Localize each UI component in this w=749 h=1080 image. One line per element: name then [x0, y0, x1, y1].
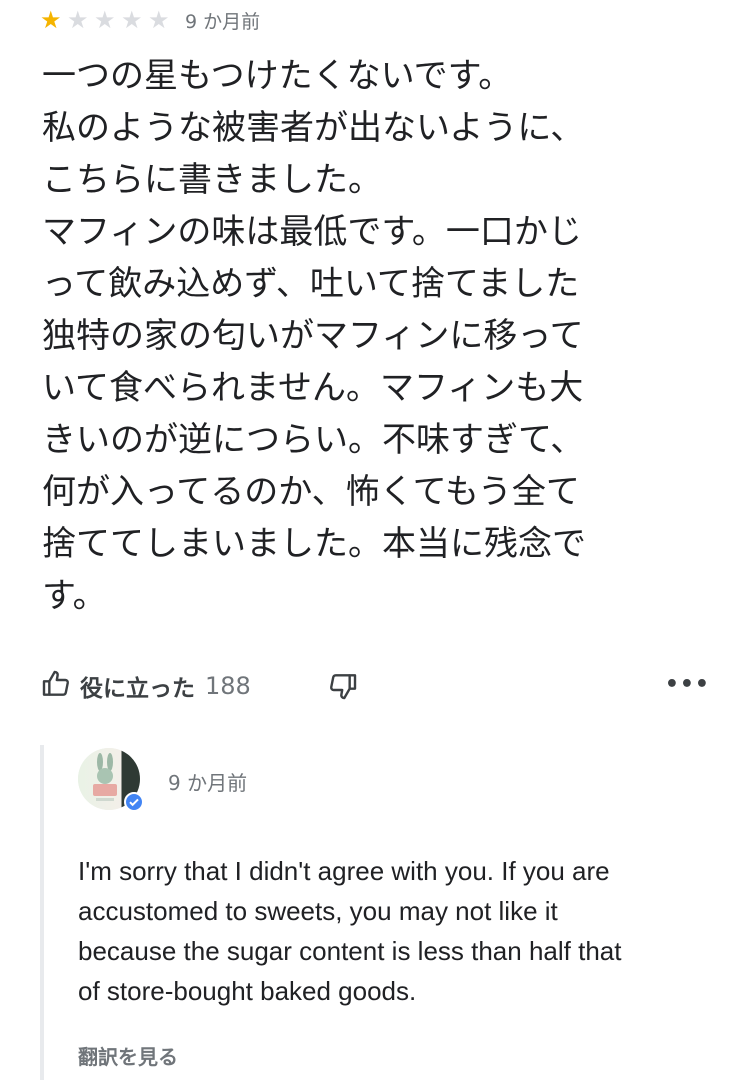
review-line: す。 [42, 576, 107, 616]
review-time: 9 か月前 [185, 10, 261, 33]
not-helpful-button[interactable] [327, 670, 359, 706]
star-rating: ★ ★ ★ ★ ★ [40, 7, 175, 33]
owner-reply: 9 か月前 I'm sorry that I didn't agree with… [40, 745, 724, 1080]
review-actions: 役に立った 188 ••• [40, 662, 710, 710]
owner-avatar[interactable] [78, 748, 144, 812]
review-text: 一つの星もつけたくないです。 私のような被害者が出ないように、 こちらに書きまし… [42, 50, 692, 622]
star-icon: ★ [94, 6, 116, 34]
reply-line: I'm sorry that I didn't agree with you. … [78, 856, 610, 886]
reply-line: because the sugar content is less than h… [78, 936, 622, 966]
review-line: って飲み込めず、吐いて捨てました [42, 264, 580, 304]
review-line: 捨ててしまいました。本当に残念で [42, 524, 586, 564]
reply-time: 9 か月前 [168, 771, 248, 795]
review-line: 一つの星もつけたくないです。 [42, 56, 513, 96]
helpful-count: 188 [205, 672, 251, 700]
review-line: マフィンの味は最低です。一口かじ [42, 212, 582, 252]
thumb-down-icon [327, 674, 359, 706]
verified-badge-icon [124, 792, 144, 812]
review-line: 何が入ってるのか、怖くてもう全て [42, 472, 580, 512]
helpful-button[interactable]: 役に立った 188 [40, 668, 251, 704]
review-line: 私のような被害者が出ないように、 [42, 108, 585, 148]
star-icon: ★ [148, 6, 170, 34]
review-line: いて食べられません。マフィンも大 [42, 368, 584, 408]
reply-line: of store-bought baked goods. [78, 976, 417, 1006]
review-line: きいのが逆につらい。不味すぎて、 [42, 420, 585, 460]
star-icon: ★ [67, 6, 89, 34]
star-icon: ★ [121, 6, 143, 34]
star-icon: ★ [40, 6, 62, 34]
thumb-up-icon [40, 668, 72, 704]
more-horiz-icon: ••• [664, 672, 710, 697]
review-line: こちらに書きました。 [42, 160, 382, 200]
review-line: 独特の家の匂いがマフィンに移って [42, 316, 584, 356]
reply-line: accustomed to sweets, you may not like i… [78, 896, 558, 926]
more-options-button[interactable]: ••• [665, 672, 710, 697]
helpful-label: 役に立った [80, 676, 195, 702]
rating-row: ★ ★ ★ ★ ★ 9 か月前 [40, 6, 260, 34]
translate-link[interactable]: 翻訳を見る [78, 1041, 178, 1070]
reply-text: I'm sorry that I didn't agree with you. … [78, 851, 708, 1011]
